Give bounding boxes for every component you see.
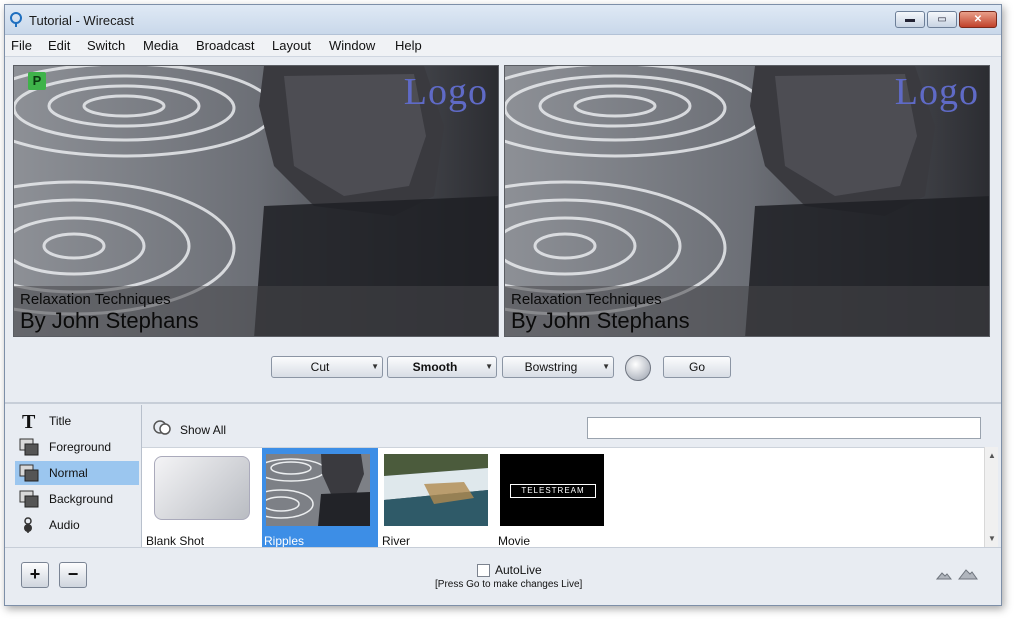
menu-edit[interactable]: Edit	[48, 38, 70, 53]
layer-label: Audio	[49, 518, 80, 532]
smooth-label: Smooth	[412, 360, 458, 374]
logo-overlay-live: Logo	[894, 71, 979, 113]
cut-transition-dropdown[interactable]: Cut ▼	[271, 356, 383, 378]
menu-broadcast[interactable]: Broadcast	[196, 38, 255, 53]
shot-thumbnail	[384, 454, 488, 526]
autolive-hint: [Press Go to make changes Live]	[435, 579, 583, 590]
shot-river[interactable]: River	[380, 448, 496, 548]
transition-speed-dial[interactable]	[625, 355, 651, 381]
shot-list: Blank Shot Ripples River TELESTREAM Movi…	[142, 447, 984, 548]
logo-overlay: Logo	[403, 71, 488, 113]
menu-layout[interactable]: Layout	[272, 38, 311, 53]
layer-label: Foreground	[49, 440, 112, 454]
title-icon: T	[22, 412, 36, 430]
shot-blank[interactable]: Blank Shot	[144, 448, 260, 548]
layer-item-title[interactable]: T Title	[15, 409, 139, 433]
menu-bar: File Edit Switch Media Broadcast Layout …	[5, 35, 1001, 57]
menu-window[interactable]: Window	[329, 38, 375, 53]
preview-monitor[interactable]: P Logo Relaxation Techniques By John Ste…	[13, 65, 499, 337]
shots-toolbar: Show All	[142, 405, 1001, 447]
go-label: Go	[688, 360, 705, 374]
menu-media[interactable]: Media	[143, 38, 178, 53]
layer-icon	[19, 438, 39, 456]
scroll-up-icon[interactable]: ▲	[988, 451, 996, 460]
dropdown-arrow-icon[interactable]: ▼	[602, 357, 610, 377]
layer-icon	[19, 490, 39, 508]
autolive-label[interactable]: AutoLive	[495, 563, 542, 577]
svg-text:T: T	[22, 412, 36, 430]
minimize-button[interactable]: ▬	[895, 11, 925, 28]
shot-caption: River	[382, 534, 411, 548]
shot-caption: Ripples	[264, 534, 305, 548]
shot-thumbnail: TELESTREAM	[500, 454, 604, 526]
smooth-transition-dropdown[interactable]: Smooth ▼	[387, 356, 497, 378]
dropdown-arrow-icon[interactable]: ▼	[485, 357, 493, 377]
close-button[interactable]: ✕	[959, 11, 997, 28]
scroll-down-icon[interactable]: ▼	[988, 534, 996, 543]
layer-list: T Title Foreground Normal ◢ Backgroun	[13, 405, 147, 547]
menu-file[interactable]: File	[11, 38, 32, 53]
menu-switch[interactable]: Switch	[87, 38, 125, 53]
remove-layer-button[interactable]: −	[59, 562, 87, 588]
bowstring-label: Bowstring	[524, 360, 578, 374]
layer-item-background[interactable]: Background	[15, 487, 139, 511]
autolive-checkbox[interactable]	[477, 564, 490, 577]
small-mountain-icon[interactable]	[936, 568, 952, 580]
lower-third-line1: Relaxation Techniques	[20, 291, 171, 308]
menu-help[interactable]: Help	[395, 38, 422, 53]
wirecast-app-icon	[10, 12, 22, 27]
show-all-icon[interactable]	[152, 419, 174, 437]
go-button[interactable]: Go	[663, 356, 731, 378]
layer-label: Normal	[49, 466, 88, 480]
layer-icon	[19, 464, 39, 482]
preview-badge: P	[28, 72, 46, 90]
transition-bar: Cut ▼ Smooth ▼ Bowstring ▼ Go	[5, 353, 1001, 383]
bowstring-transition-dropdown[interactable]: Bowstring ▼	[502, 356, 614, 378]
layer-item-audio[interactable]: Audio	[15, 513, 139, 537]
shot-ripples[interactable]: Ripples	[262, 448, 378, 548]
telestream-logo: TELESTREAM	[510, 484, 596, 498]
layer-label: Title	[49, 414, 72, 428]
shot-thumbnail	[154, 456, 250, 520]
bottom-bar: + − AutoLive [Press Go to make changes L…	[5, 547, 1001, 605]
large-mountain-icon[interactable]	[958, 566, 978, 580]
cut-label: Cut	[310, 360, 330, 374]
shot-caption: Movie	[498, 534, 531, 548]
live-monitor[interactable]: Logo Relaxation Techniques By John Steph…	[504, 65, 990, 337]
shot-movie[interactable]: TELESTREAM Movie	[496, 448, 612, 548]
add-layer-button[interactable]: +	[21, 562, 49, 588]
shot-caption: Blank Shot	[146, 534, 205, 548]
layer-item-normal[interactable]: Normal ◢	[15, 461, 147, 485]
shot-search-input[interactable]	[587, 417, 981, 439]
lower-third-line2-live: By John Stephans	[511, 308, 690, 333]
section-divider	[5, 402, 1001, 404]
audio-icon	[24, 517, 32, 533]
shot-thumbnail	[266, 454, 370, 526]
window-title: Tutorial - Wirecast	[29, 13, 134, 28]
lower-third-line1-live: Relaxation Techniques	[511, 291, 662, 308]
maximize-button[interactable]: ▭	[927, 11, 957, 28]
layer-label: Background	[49, 492, 114, 506]
lower-third-line2: By John Stephans	[20, 308, 199, 333]
app-window: Tutorial - Wirecast ▬ ▭ ✕ File Edit Swit…	[4, 4, 1002, 606]
shot-list-scrollbar[interactable]: ▲ ▼	[984, 447, 998, 547]
layer-item-foreground[interactable]: Foreground	[15, 435, 139, 459]
title-bar[interactable]: Tutorial - Wirecast ▬ ▭ ✕	[5, 5, 1001, 35]
telestream-logo-text: TELESTREAM	[521, 486, 585, 495]
show-all-label[interactable]: Show All	[180, 423, 226, 437]
dropdown-arrow-icon[interactable]: ▼	[371, 357, 379, 377]
